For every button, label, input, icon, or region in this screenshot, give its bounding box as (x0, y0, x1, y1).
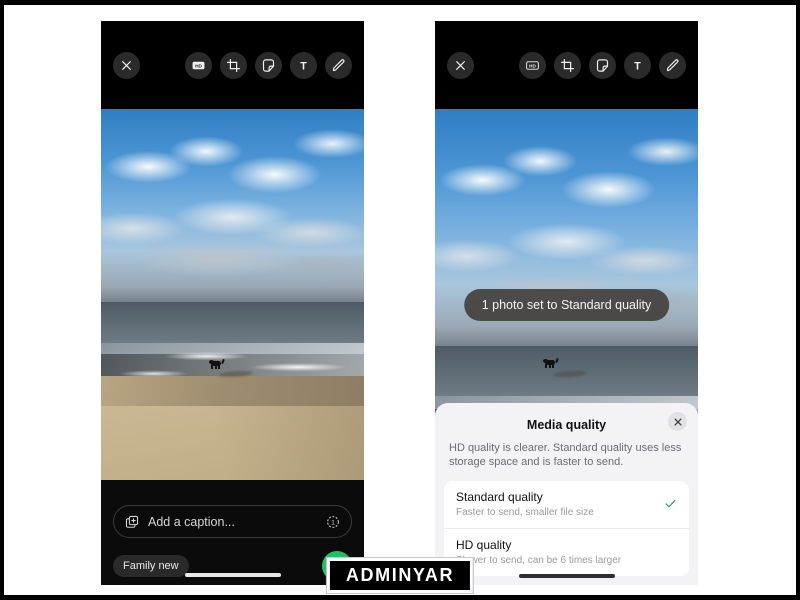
left-screen: HD T Add a caption... 1 Family new (101, 21, 364, 585)
svg-text:1: 1 (331, 519, 335, 526)
sheet-title: Media quality (526, 418, 607, 432)
hd-quality-button[interactable]: HD (519, 51, 546, 79)
svg-text:T: T (300, 60, 307, 72)
option-title: HD quality (456, 538, 512, 552)
close-icon (122, 60, 131, 70)
svg-text:T: T (634, 60, 641, 72)
option-subtitle: Faster to send, smaller file size (456, 507, 594, 518)
toolbar-actions-left: HD T (185, 51, 352, 79)
text-icon: T (634, 60, 641, 72)
option-title: Standard quality (456, 490, 543, 504)
editor-toolbar-right: HD T (435, 21, 698, 109)
send-row: Family new (113, 549, 352, 583)
dog-subject (542, 358, 559, 369)
option-hd-quality[interactable]: HD quality Slower to send, can be 6 time… (444, 528, 689, 576)
media-quality-sheet: Media quality HD quality is clearer. Sta… (435, 403, 698, 585)
sticker-icon (596, 58, 609, 72)
toolbar-actions-right: HD T (519, 51, 686, 79)
home-indicator-right (518, 574, 615, 578)
sheet-description: HD quality is clearer. Standard quality … (449, 442, 682, 468)
text-icon: T (300, 60, 307, 72)
sheet-header: Media quality (435, 409, 698, 441)
quality-toast: 1 photo set to Standard quality (463, 289, 670, 321)
recipient-chip[interactable]: Family new (113, 555, 189, 577)
draw-button[interactable] (659, 51, 686, 79)
option-texts: HD quality Slower to send, can be 6 time… (456, 538, 677, 567)
check-icon (664, 497, 677, 512)
close-button[interactable] (113, 51, 140, 79)
sheet-close-button[interactable] (668, 412, 687, 431)
crop-icon (226, 58, 241, 72)
composer-bar: Add a caption... 1 Family new (101, 480, 364, 585)
crop-button[interactable] (554, 51, 581, 79)
view-once-icon[interactable]: 1 (326, 515, 340, 529)
watermark-badge: ADMINYAR (325, 557, 475, 594)
right-screen: HD T 1 photo set to Standard quality Med… (435, 21, 698, 585)
watermark-text: ADMINYAR (345, 565, 455, 585)
dog-subject (208, 359, 225, 370)
caption-placeholder: Add a caption... (148, 514, 235, 529)
option-texts: Standard quality Faster to send, smaller… (456, 490, 664, 519)
text-button[interactable]: T (624, 51, 651, 79)
close-icon (673, 417, 682, 426)
add-photo-icon[interactable] (125, 515, 139, 529)
photo-preview-left[interactable] (101, 109, 364, 480)
hd-quality-icon: HD (526, 60, 539, 70)
sand-region (101, 405, 364, 480)
sky-region (101, 109, 364, 302)
quality-options-list: Standard quality Faster to send, smaller… (444, 481, 689, 576)
draw-icon (666, 58, 679, 71)
close-icon (456, 60, 465, 70)
close-button[interactable] (447, 51, 474, 79)
svg-text:HD: HD (195, 63, 202, 69)
sticker-icon (262, 58, 275, 72)
phone-left: HD T Add a caption... 1 Family new (101, 21, 364, 585)
hd-quality-button[interactable]: HD (185, 51, 212, 79)
hd-quality-icon: HD (192, 61, 205, 69)
sticker-button[interactable] (255, 51, 282, 79)
caption-input[interactable]: Add a caption... 1 (113, 505, 352, 538)
home-indicator-left (184, 573, 281, 577)
crop-icon (560, 58, 575, 72)
option-standard-quality[interactable]: Standard quality Faster to send, smaller… (444, 481, 689, 528)
option-subtitle: Slower to send, can be 6 times larger (456, 555, 622, 566)
draw-button[interactable] (325, 51, 352, 79)
crop-button[interactable] (220, 51, 247, 79)
screenshot-root: HD T Add a caption... 1 Family new HD T … (0, 0, 800, 600)
editor-toolbar-left: HD T (101, 21, 364, 109)
svg-text:HD: HD (529, 63, 536, 68)
sticker-button[interactable] (589, 51, 616, 79)
phone-right: HD T 1 photo set to Standard quality Med… (435, 21, 698, 585)
text-button[interactable]: T (290, 51, 317, 79)
draw-icon (332, 58, 345, 71)
